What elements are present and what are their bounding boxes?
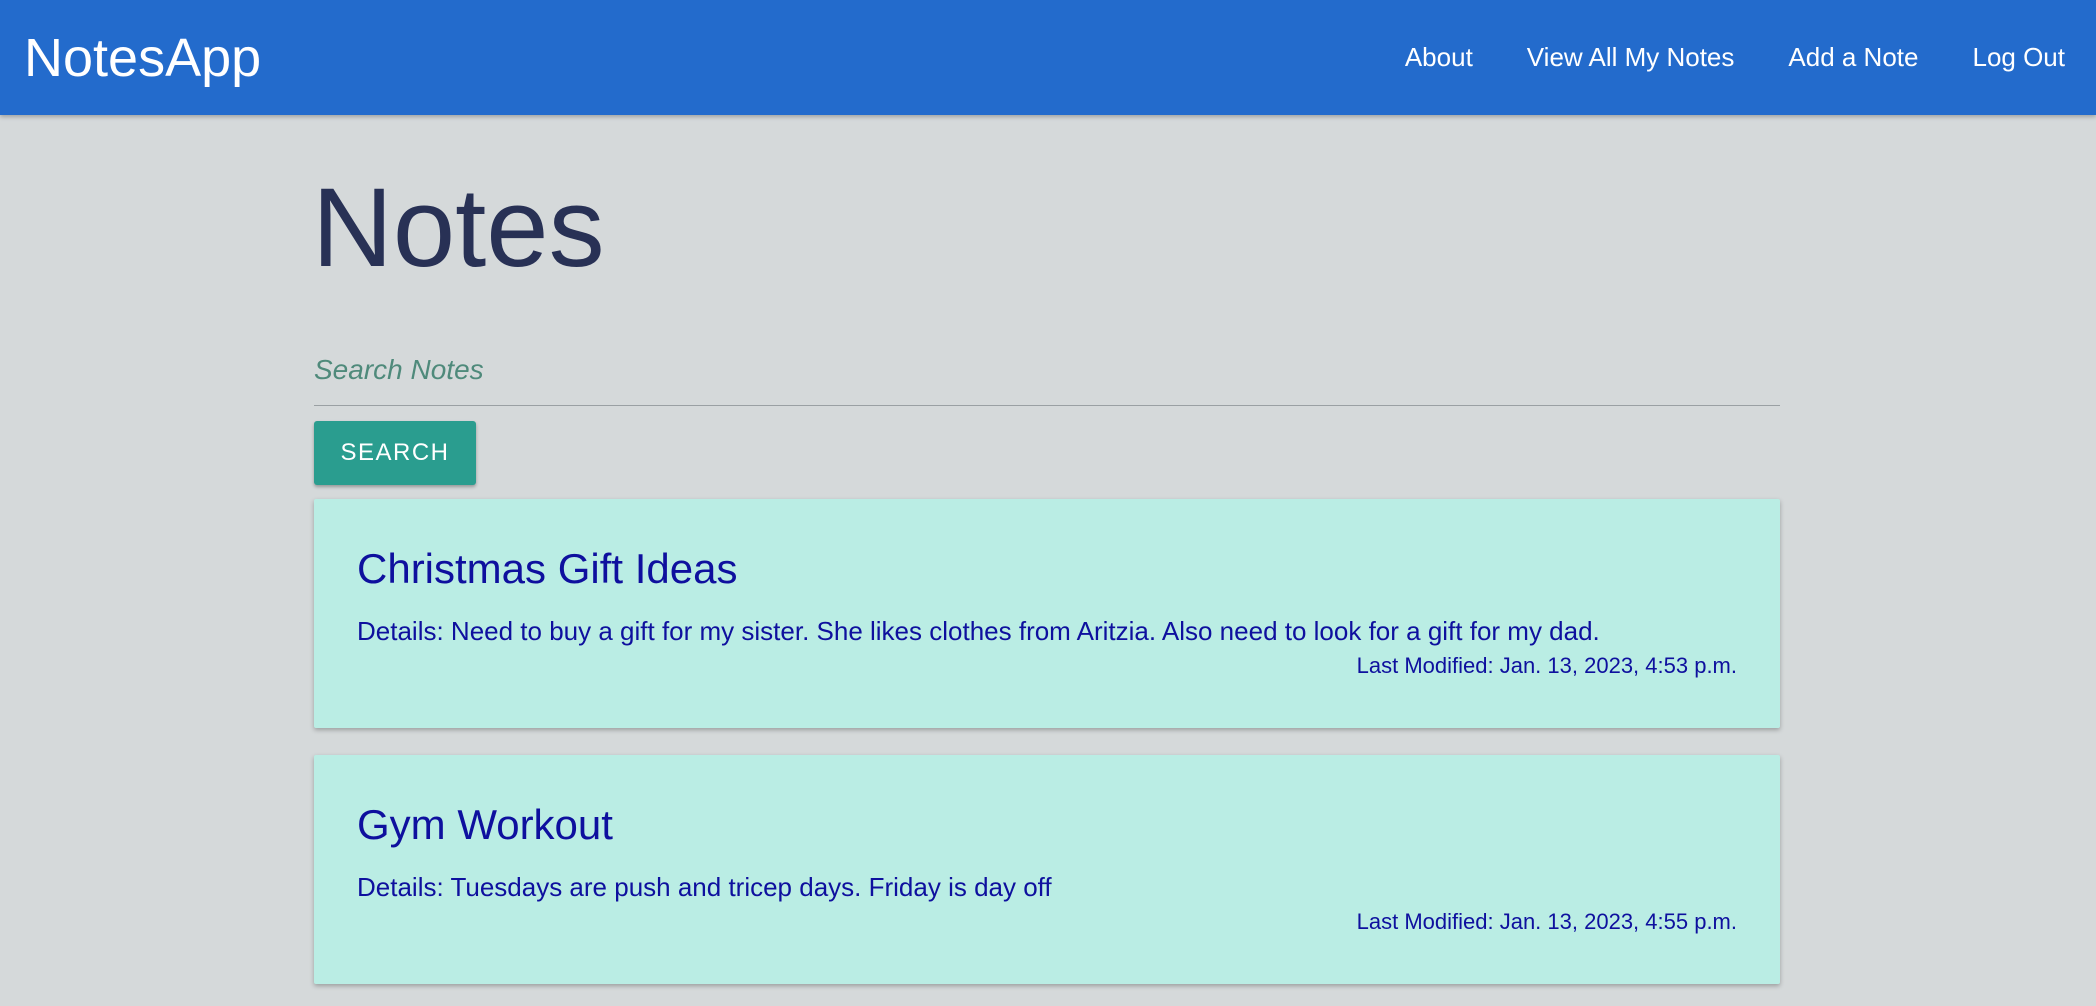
top-navbar: NotesApp About View All My Notes Add a N…	[0, 0, 2096, 115]
note-title[interactable]: Christmas Gift Ideas	[357, 543, 737, 595]
note-details: Details: Need to buy a gift for my siste…	[357, 616, 1600, 646]
note-last-modified: Last Modified: Jan. 13, 2023, 4:53 p.m.	[1356, 653, 1737, 678]
nav-link-about[interactable]: About	[1378, 0, 1500, 115]
note-card[interactable]: Christmas Gift Ideas Details: Need to bu…	[314, 499, 1780, 728]
note-title[interactable]: Gym Workout	[357, 799, 613, 851]
nav-link-view-all-notes[interactable]: View All My Notes	[1500, 0, 1762, 115]
search-input[interactable]	[314, 335, 1780, 406]
nav-link-log-out[interactable]: Log Out	[1945, 0, 2092, 115]
note-card[interactable]: Gym Workout Details: Tuesdays are push a…	[314, 755, 1780, 984]
search-button[interactable]: SEARCH	[314, 421, 476, 485]
nav-links: About View All My Notes Add a Note Log O…	[1378, 0, 2092, 115]
brand-logo-link[interactable]: NotesApp	[24, 26, 261, 90]
page-title: Notes	[312, 165, 605, 290]
nav-link-add-note[interactable]: Add a Note	[1761, 0, 1945, 115]
note-details: Details: Tuesdays are push and tricep da…	[357, 872, 1052, 902]
note-last-modified: Last Modified: Jan. 13, 2023, 4:55 p.m.	[1356, 909, 1737, 934]
